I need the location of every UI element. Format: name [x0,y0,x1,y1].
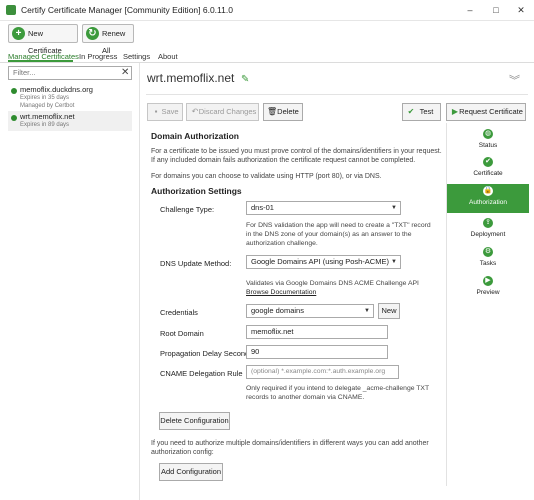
delete-button[interactable]: 🗑 Delete [263,103,303,121]
check-icon: ✔ [407,107,415,116]
delete-configuration-button[interactable]: Delete Configuration [159,412,230,430]
multi-config-text: authorization config: [151,449,214,456]
nav-deployment[interactable]: ⇪ Deployment [447,216,529,245]
chevron-down-icon: ▼ [391,259,397,265]
challenge-type-select[interactable]: dns-01 ▼ [246,201,401,215]
play-icon: ▶ [483,276,493,286]
plus-icon: + [12,27,25,40]
nav-tasks[interactable]: ⚙ Tasks [447,245,529,274]
dns-method-hint: Validates via Google Domains DNS ACME Ch… [246,280,419,287]
collapse-chevron-icon[interactable]: ︾ [509,72,520,88]
header-divider [146,94,528,95]
play-icon: ▶ [451,107,459,116]
nav-certificate[interactable]: ✔ Certificate [447,155,529,184]
save-button[interactable]: ▪ Save [147,103,183,121]
cname-delegation-input[interactable]: (optional) *.example.com:*.auth.example.… [246,365,399,379]
lock-icon: 🔒 [483,186,493,196]
test-button[interactable]: ✔ Test [402,103,441,121]
close-button[interactable]: ✕ [509,0,533,20]
propagation-delay-label: Propagation Delay Seconds [160,349,253,358]
chevron-down-icon: ▼ [391,205,397,211]
challenge-type-label: Challenge Type: [160,205,215,214]
dns-update-method-label: DNS Update Method: [160,259,232,268]
undo-icon: ↶ [191,107,199,116]
status-dot-icon [11,88,17,94]
root-domain-input[interactable]: memoflix.net [246,325,388,339]
credentials-label: Credentials [160,308,198,317]
tab-about[interactable]: About [158,52,178,61]
status-dot-icon [11,115,17,121]
domain-authorization-heading: Domain Authorization [151,131,239,141]
trash-icon: 🗑 [267,107,278,116]
domain-auth-text: If any included domain fails authorizati… [151,157,416,164]
panel-divider [139,63,140,500]
request-certificate-button[interactable]: ▶ Request Certificate [446,103,526,121]
dns-update-method-select[interactable]: Google Domains API (using Posh-ACME) ▼ [246,255,401,269]
edit-icon[interactable]: ✎ [241,74,249,85]
globe-icon: ◍ [483,129,493,139]
site-list-item-selected[interactable]: wrt.memoflix.net Expires in 89 days [8,111,132,131]
renew-all-button[interactable]: ↻ Renew All [82,24,134,55]
refresh-icon: ↻ [86,27,99,40]
nav-preview[interactable]: ▶ Preview [447,274,529,303]
tab-in-progress[interactable]: In Progress [79,52,117,61]
filter-input[interactable]: Filter... [8,66,132,80]
browse-documentation-link[interactable]: Browse Documentation [246,289,316,296]
window-title: Certify Certificate Manager [Community E… [21,5,233,15]
gear-icon: ⚙ [483,247,493,257]
discard-changes-button[interactable]: ↶ Discard Changes [186,103,259,121]
title-bar: Certify Certificate Manager [Community E… [0,0,534,21]
root-domain-label: Root Domain [160,329,204,338]
nav-authorization[interactable]: 🔒 Authorization [447,184,529,213]
tab-divider [0,62,534,63]
tab-settings[interactable]: Settings [123,52,150,61]
domain-title: wrt.memoflix.net [147,71,235,85]
new-credential-button[interactable]: New [378,303,400,319]
minimize-button[interactable]: – [458,0,482,20]
cname-delegation-label: CNAME Delegation Rule [160,369,243,378]
maximize-button[interactable]: □ [484,0,508,20]
clear-filter-icon[interactable]: ✕ [121,66,129,79]
authorization-settings-heading: Authorization Settings [151,186,242,196]
add-configuration-button[interactable]: Add Configuration [159,463,223,481]
nav-status[interactable]: ◍ Status [447,127,529,156]
app-logo-icon [6,5,16,15]
active-tab-underline [8,60,73,62]
new-certificate-button[interactable]: + New Certificate [8,24,78,55]
propagation-delay-input[interactable]: 90 [246,345,388,359]
validation-methods-text: For domains you can choose to validate u… [151,173,382,180]
chevron-down-icon: ▼ [364,308,370,314]
credentials-select[interactable]: google domains ▼ [246,304,374,318]
section-nav: ◍ Status ✔ Certificate 🔒 Authorization ⇪… [446,123,529,486]
certificate-icon: ✔ [483,157,493,167]
deployment-icon: ⇪ [483,218,493,228]
save-icon: ▪ [154,107,158,116]
